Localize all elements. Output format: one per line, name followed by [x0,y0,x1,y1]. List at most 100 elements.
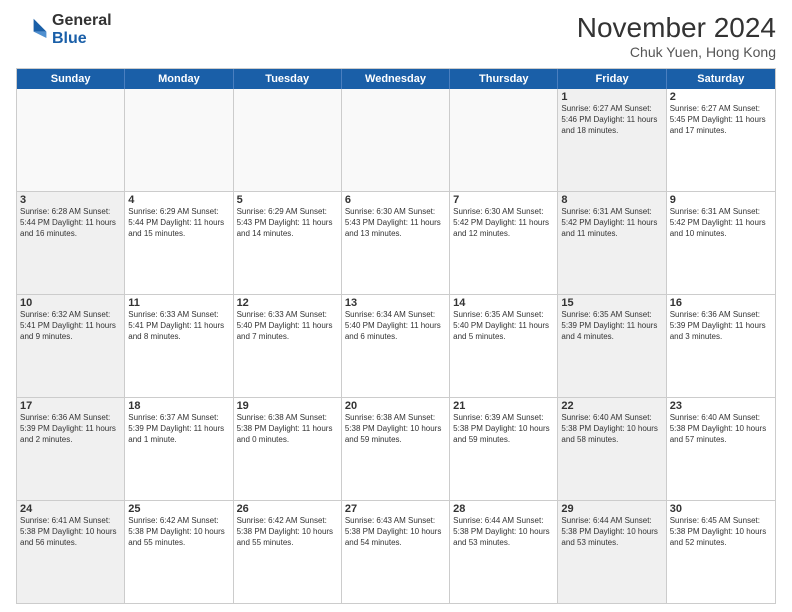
cal-cell-16: 16Sunrise: 6:36 AM Sunset: 5:39 PM Dayli… [667,295,775,397]
cell-info: Sunrise: 6:33 AM Sunset: 5:40 PM Dayligh… [237,310,338,342]
col-header-tuesday: Tuesday [234,69,342,89]
cal-cell-15: 15Sunrise: 6:35 AM Sunset: 5:39 PM Dayli… [558,295,666,397]
title-area: November 2024 Chuk Yuen, Hong Kong [577,12,776,60]
cal-cell-empty-0-0 [17,89,125,191]
day-number: 10 [20,297,121,309]
calendar: SundayMondayTuesdayWednesdayThursdayFrid… [16,68,776,604]
day-number: 27 [345,503,446,515]
cal-cell-1: 1Sunrise: 6:27 AM Sunset: 5:46 PM Daylig… [558,89,666,191]
day-number: 28 [453,503,554,515]
cell-info: Sunrise: 6:32 AM Sunset: 5:41 PM Dayligh… [20,310,121,342]
cell-info: Sunrise: 6:38 AM Sunset: 5:38 PM Dayligh… [345,413,446,445]
cal-cell-28: 28Sunrise: 6:44 AM Sunset: 5:38 PM Dayli… [450,501,558,603]
day-number: 3 [20,194,121,206]
cell-info: Sunrise: 6:36 AM Sunset: 5:39 PM Dayligh… [20,413,121,445]
cell-info: Sunrise: 6:42 AM Sunset: 5:38 PM Dayligh… [128,516,229,548]
cell-info: Sunrise: 6:39 AM Sunset: 5:38 PM Dayligh… [453,413,554,445]
cal-cell-10: 10Sunrise: 6:32 AM Sunset: 5:41 PM Dayli… [17,295,125,397]
cell-info: Sunrise: 6:40 AM Sunset: 5:38 PM Dayligh… [670,413,772,445]
cell-info: Sunrise: 6:44 AM Sunset: 5:38 PM Dayligh… [453,516,554,548]
cal-cell-7: 7Sunrise: 6:30 AM Sunset: 5:42 PM Daylig… [450,192,558,294]
cell-info: Sunrise: 6:29 AM Sunset: 5:44 PM Dayligh… [128,207,229,239]
day-number: 21 [453,400,554,412]
cal-cell-22: 22Sunrise: 6:40 AM Sunset: 5:38 PM Dayli… [558,398,666,500]
cell-info: Sunrise: 6:34 AM Sunset: 5:40 PM Dayligh… [345,310,446,342]
cal-cell-23: 23Sunrise: 6:40 AM Sunset: 5:38 PM Dayli… [667,398,775,500]
day-number: 24 [20,503,121,515]
cal-cell-3: 3Sunrise: 6:28 AM Sunset: 5:44 PM Daylig… [17,192,125,294]
calendar-header: SundayMondayTuesdayWednesdayThursdayFrid… [17,69,775,89]
cell-info: Sunrise: 6:36 AM Sunset: 5:39 PM Dayligh… [670,310,772,342]
day-number: 22 [561,400,662,412]
cal-cell-empty-0-2 [234,89,342,191]
day-number: 4 [128,194,229,206]
cal-cell-18: 18Sunrise: 6:37 AM Sunset: 5:39 PM Dayli… [125,398,233,500]
cal-cell-8: 8Sunrise: 6:31 AM Sunset: 5:42 PM Daylig… [558,192,666,294]
cell-info: Sunrise: 6:33 AM Sunset: 5:41 PM Dayligh… [128,310,229,342]
day-number: 20 [345,400,446,412]
cell-info: Sunrise: 6:42 AM Sunset: 5:38 PM Dayligh… [237,516,338,548]
cal-cell-4: 4Sunrise: 6:29 AM Sunset: 5:44 PM Daylig… [125,192,233,294]
day-number: 9 [670,194,772,206]
cal-cell-25: 25Sunrise: 6:42 AM Sunset: 5:38 PM Dayli… [125,501,233,603]
col-header-friday: Friday [558,69,666,89]
header: General Blue November 2024 Chuk Yuen, Ho… [16,12,776,60]
week-row-4: 24Sunrise: 6:41 AM Sunset: 5:38 PM Dayli… [17,500,775,603]
cell-info: Sunrise: 6:35 AM Sunset: 5:40 PM Dayligh… [453,310,554,342]
subtitle: Chuk Yuen, Hong Kong [577,44,776,60]
cell-info: Sunrise: 6:40 AM Sunset: 5:38 PM Dayligh… [561,413,662,445]
cal-cell-21: 21Sunrise: 6:39 AM Sunset: 5:38 PM Dayli… [450,398,558,500]
cell-info: Sunrise: 6:29 AM Sunset: 5:43 PM Dayligh… [237,207,338,239]
cal-cell-empty-0-3 [342,89,450,191]
cell-info: Sunrise: 6:45 AM Sunset: 5:38 PM Dayligh… [670,516,772,548]
cell-info: Sunrise: 6:27 AM Sunset: 5:46 PM Dayligh… [561,104,662,136]
day-number: 23 [670,400,772,412]
cal-cell-empty-0-1 [125,89,233,191]
cal-cell-29: 29Sunrise: 6:44 AM Sunset: 5:38 PM Dayli… [558,501,666,603]
cal-cell-26: 26Sunrise: 6:42 AM Sunset: 5:38 PM Dayli… [234,501,342,603]
cal-cell-30: 30Sunrise: 6:45 AM Sunset: 5:38 PM Dayli… [667,501,775,603]
day-number: 18 [128,400,229,412]
week-row-1: 3Sunrise: 6:28 AM Sunset: 5:44 PM Daylig… [17,191,775,294]
cell-info: Sunrise: 6:31 AM Sunset: 5:42 PM Dayligh… [670,207,772,239]
calendar-body: 1Sunrise: 6:27 AM Sunset: 5:46 PM Daylig… [17,89,775,603]
cal-cell-6: 6Sunrise: 6:30 AM Sunset: 5:43 PM Daylig… [342,192,450,294]
cal-cell-13: 13Sunrise: 6:34 AM Sunset: 5:40 PM Dayli… [342,295,450,397]
cal-cell-27: 27Sunrise: 6:43 AM Sunset: 5:38 PM Dayli… [342,501,450,603]
logo-icon [16,14,48,46]
cell-info: Sunrise: 6:27 AM Sunset: 5:45 PM Dayligh… [670,104,772,136]
week-row-3: 17Sunrise: 6:36 AM Sunset: 5:39 PM Dayli… [17,397,775,500]
page: General Blue November 2024 Chuk Yuen, Ho… [0,0,792,612]
col-header-wednesday: Wednesday [342,69,450,89]
col-header-saturday: Saturday [667,69,775,89]
day-number: 17 [20,400,121,412]
cell-info: Sunrise: 6:28 AM Sunset: 5:44 PM Dayligh… [20,207,121,239]
cell-info: Sunrise: 6:43 AM Sunset: 5:38 PM Dayligh… [345,516,446,548]
day-number: 29 [561,503,662,515]
cell-info: Sunrise: 6:37 AM Sunset: 5:39 PM Dayligh… [128,413,229,445]
day-number: 2 [670,91,772,103]
day-number: 8 [561,194,662,206]
cell-info: Sunrise: 6:41 AM Sunset: 5:38 PM Dayligh… [20,516,121,548]
day-number: 30 [670,503,772,515]
day-number: 16 [670,297,772,309]
logo-text: General Blue [52,12,112,47]
day-number: 26 [237,503,338,515]
cell-info: Sunrise: 6:31 AM Sunset: 5:42 PM Dayligh… [561,207,662,239]
cell-info: Sunrise: 6:35 AM Sunset: 5:39 PM Dayligh… [561,310,662,342]
month-title: November 2024 [577,12,776,44]
day-number: 25 [128,503,229,515]
cell-info: Sunrise: 6:30 AM Sunset: 5:42 PM Dayligh… [453,207,554,239]
col-header-monday: Monday [125,69,233,89]
cal-cell-20: 20Sunrise: 6:38 AM Sunset: 5:38 PM Dayli… [342,398,450,500]
cal-cell-17: 17Sunrise: 6:36 AM Sunset: 5:39 PM Dayli… [17,398,125,500]
day-number: 6 [345,194,446,206]
cal-cell-19: 19Sunrise: 6:38 AM Sunset: 5:38 PM Dayli… [234,398,342,500]
cal-cell-9: 9Sunrise: 6:31 AM Sunset: 5:42 PM Daylig… [667,192,775,294]
day-number: 15 [561,297,662,309]
col-header-thursday: Thursday [450,69,558,89]
day-number: 1 [561,91,662,103]
cell-info: Sunrise: 6:38 AM Sunset: 5:38 PM Dayligh… [237,413,338,445]
cal-cell-24: 24Sunrise: 6:41 AM Sunset: 5:38 PM Dayli… [17,501,125,603]
cal-cell-11: 11Sunrise: 6:33 AM Sunset: 5:41 PM Dayli… [125,295,233,397]
